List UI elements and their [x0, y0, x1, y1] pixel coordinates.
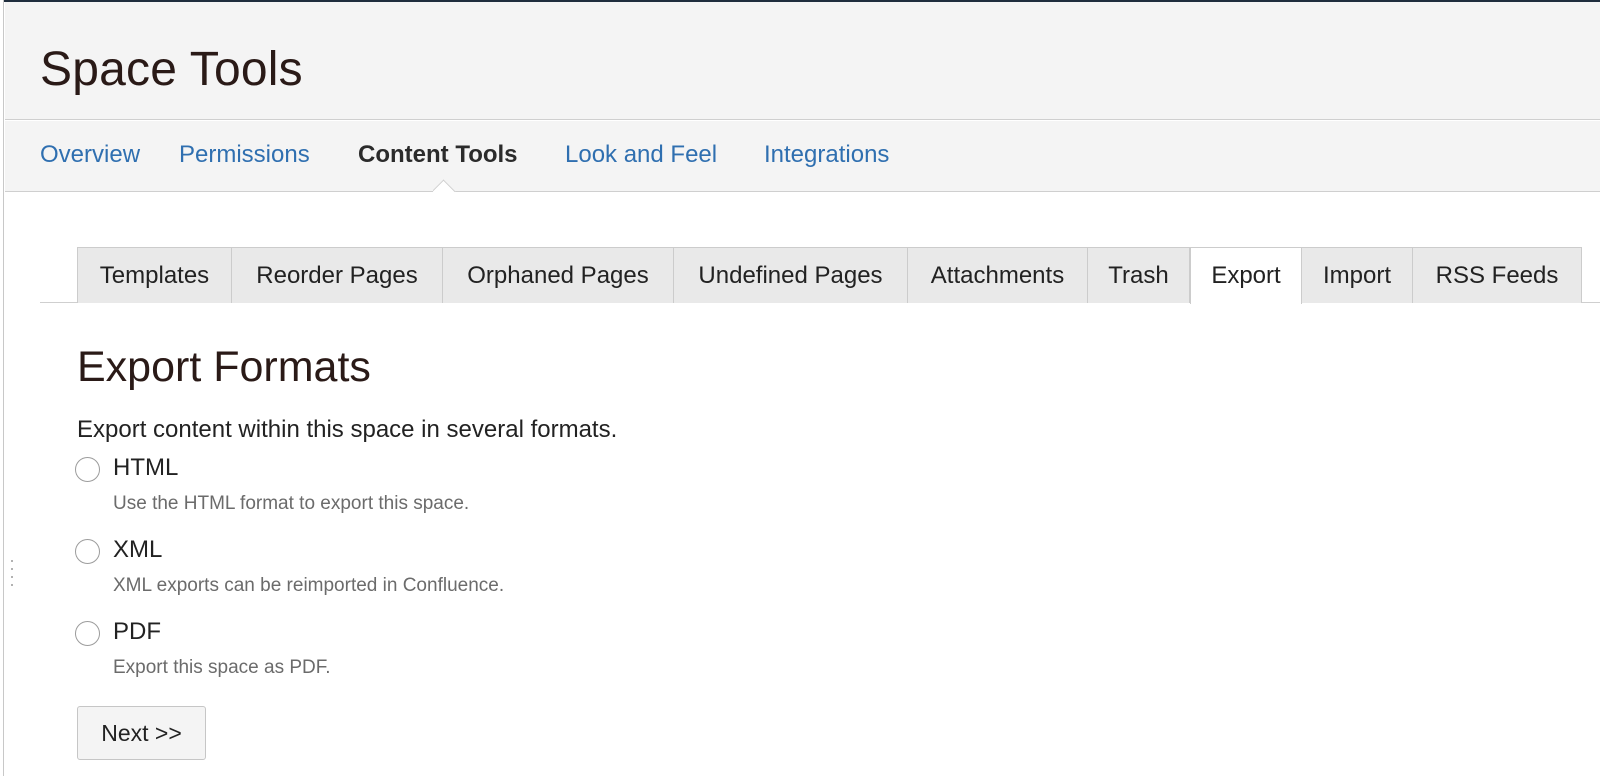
grip-dot	[11, 576, 13, 578]
tab-label: Trash	[1108, 261, 1169, 289]
grip-dot	[11, 584, 13, 586]
intro-text: Export content within this space in seve…	[77, 416, 618, 443]
next-button[interactable]: Next >>	[77, 706, 206, 760]
option-description: Use the HTML format to export this space…	[113, 493, 470, 514]
tab-attachments[interactable]: Attachments	[908, 247, 1088, 303]
tab-import[interactable]: Import	[1302, 247, 1413, 303]
tab-label: Templates	[99, 261, 210, 289]
nav-item-look-and-feel[interactable]: Look and Feel	[565, 141, 717, 169]
nav-item-overview[interactable]: Overview	[40, 141, 140, 169]
nav-item-content-tools[interactable]: Content Tools	[358, 141, 518, 169]
option-description: Export this space as PDF.	[113, 657, 331, 678]
tab-export[interactable]: Export	[1190, 247, 1302, 304]
option-label[interactable]: PDF	[113, 618, 161, 646]
active-nav-indicator	[433, 175, 457, 192]
space-tools-nav: Overview Permissions Content Tools Look …	[5, 121, 1600, 192]
option-label[interactable]: XML	[113, 536, 162, 564]
tab-undefined-pages[interactable]: Undefined Pages	[674, 247, 908, 303]
tab-rss-feeds[interactable]: RSS Feeds	[1413, 247, 1582, 303]
xml-radio[interactable]	[75, 539, 100, 564]
tab-label: Reorder Pages	[256, 261, 418, 289]
grip-dot	[11, 568, 13, 570]
tab-reorder-pages[interactable]: Reorder Pages	[232, 247, 443, 303]
content-tools-tabs: Templates Reorder Pages Orphaned Pages U…	[40, 247, 1600, 304]
nav-item-permissions[interactable]: Permissions	[179, 141, 310, 169]
pdf-radio[interactable]	[75, 621, 100, 646]
page-title: Space Tools	[40, 43, 303, 96]
page-header: Space Tools	[5, 2, 1600, 120]
sidebar-edge	[0, 0, 4, 776]
grip-dot	[11, 560, 13, 562]
html-radio[interactable]	[75, 457, 100, 482]
option-description: XML exports can be reimported in Conflue…	[113, 575, 505, 596]
sidebar-resize-handle[interactable]	[10, 560, 14, 586]
nav-item-integrations[interactable]: Integrations	[764, 141, 889, 169]
tab-orphaned-pages[interactable]: Orphaned Pages	[443, 247, 674, 303]
tab-label: Undefined Pages	[698, 261, 883, 289]
tab-label: Import	[1322, 261, 1391, 289]
option-label[interactable]: HTML	[113, 454, 178, 482]
tab-label: Orphaned Pages	[467, 261, 649, 289]
tab-templates[interactable]: Templates	[77, 247, 232, 303]
tab-label: Attachments	[930, 261, 1065, 289]
section-title: Export Formats	[77, 343, 371, 391]
tab-label: Export	[1211, 262, 1281, 289]
tab-trash[interactable]: Trash	[1088, 247, 1190, 303]
tab-label: RSS Feeds	[1435, 261, 1559, 289]
